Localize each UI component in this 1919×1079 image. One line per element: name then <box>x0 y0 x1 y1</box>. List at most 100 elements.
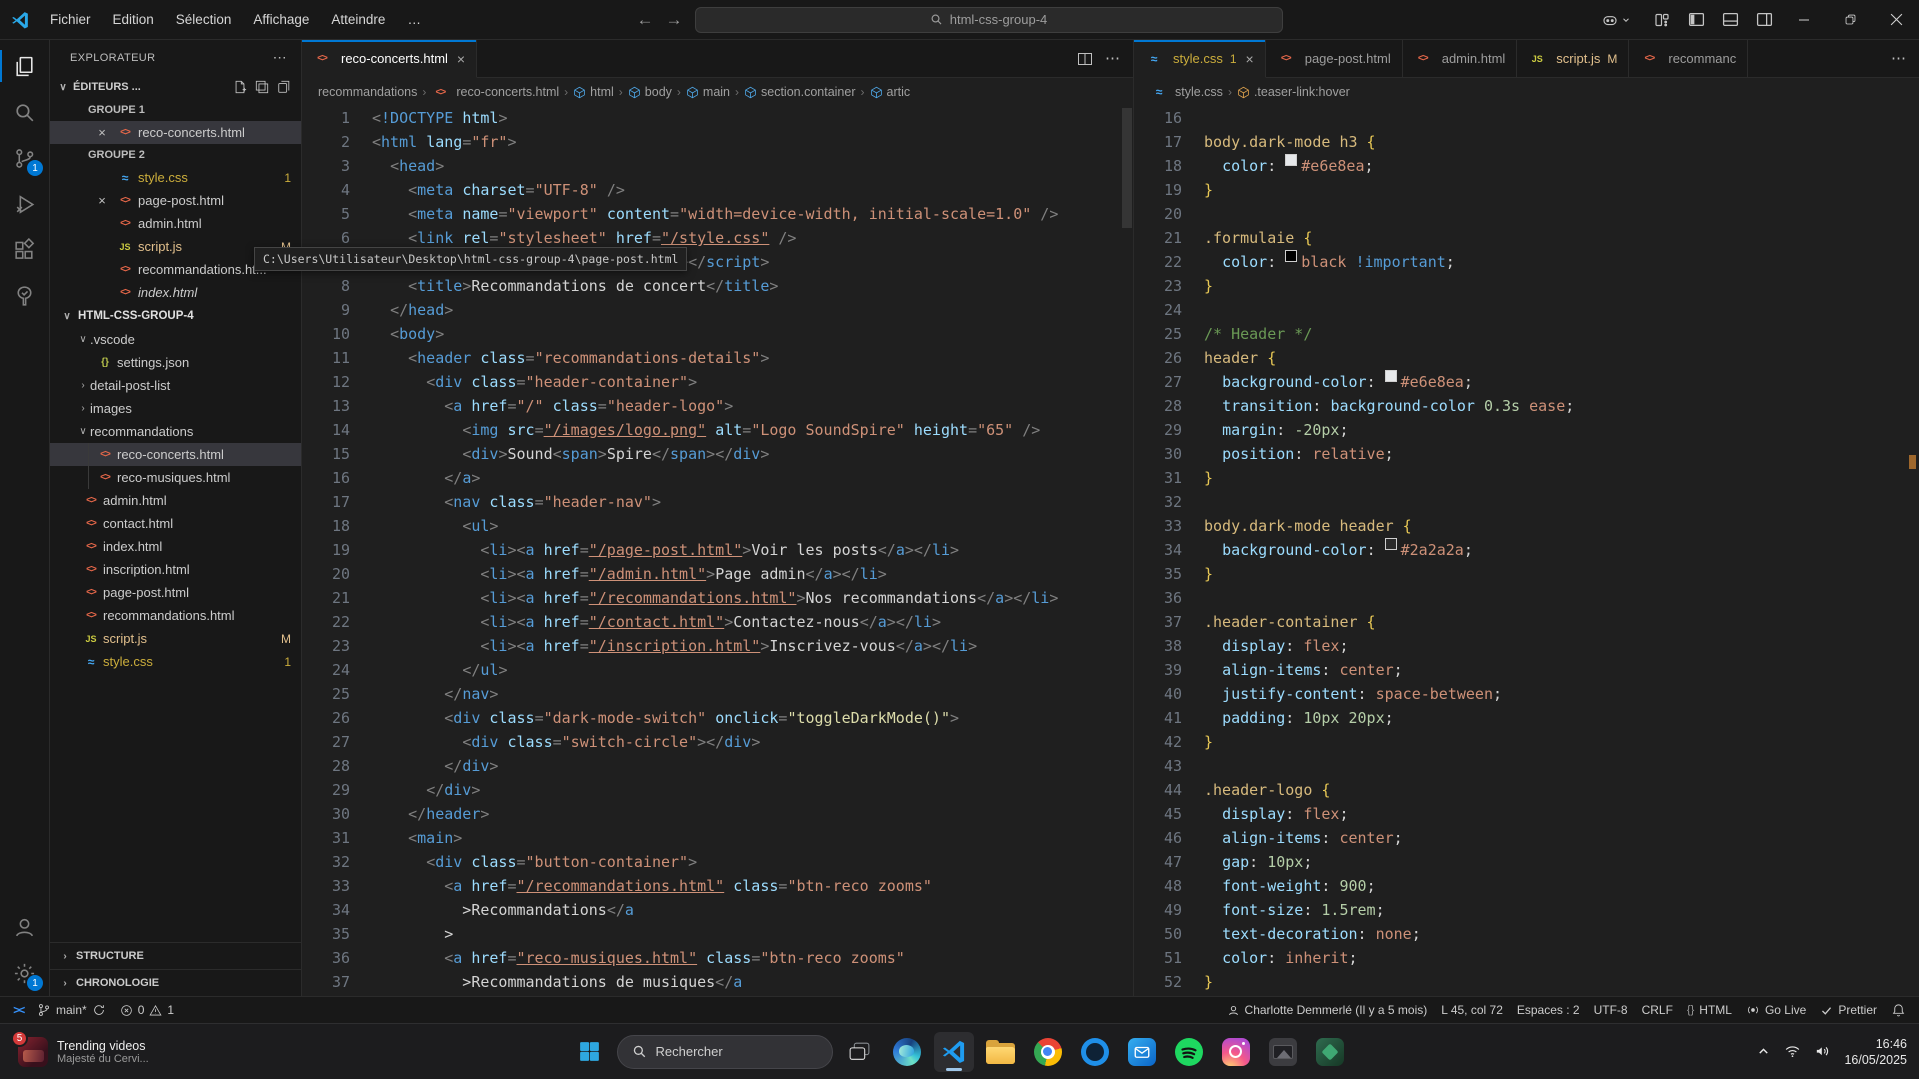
section-structure[interactable]: ›STRUCTURE <box>50 942 301 969</box>
tab-reco-concerts-html[interactable]: <>reco-concerts.html× <box>302 40 477 78</box>
taskbar-search[interactable]: Rechercher <box>617 1035 833 1069</box>
breadcrumb-item[interactable]: ≈style.css <box>1150 85 1223 99</box>
code-line[interactable]: 26header { <box>1134 346 1919 370</box>
go-live-button[interactable]: Go Live <box>1739 997 1813 1023</box>
code-line[interactable]: 33 <a href="/recommandations.html" class… <box>302 874 1133 898</box>
code-line[interactable]: 21.formulaie { <box>1134 226 1919 250</box>
code-line[interactable]: 31} <box>1134 466 1919 490</box>
open-editor-page-post-html[interactable]: ×<>page-post.html <box>50 189 301 212</box>
open-editor-style-css[interactable]: ≈style.css1 <box>50 166 301 189</box>
code-line[interactable]: 21 <li><a href="/recommandations.html">N… <box>302 586 1133 610</box>
code-line[interactable]: 19} <box>1134 178 1919 202</box>
code-line[interactable]: 12 <div class="header-container"> <box>302 370 1133 394</box>
code-line[interactable]: 16 <box>1134 106 1919 130</box>
code-line[interactable]: 31 <main> <box>302 826 1133 850</box>
tree-item-admin-html[interactable]: <>admin.html <box>50 489 301 512</box>
toggle-primary-sidebar-icon[interactable] <box>1679 6 1713 34</box>
section-chronologie[interactable]: ›CHRONOLOGIE <box>50 969 301 996</box>
code-line[interactable]: 16 </a> <box>302 466 1133 490</box>
code-line[interactable]: 29 </div> <box>302 778 1133 802</box>
close-button[interactable] <box>1873 0 1919 40</box>
notifications-bell[interactable] <box>1884 997 1913 1023</box>
navigate-forward-button[interactable]: → <box>666 11 683 28</box>
menu-atteindre[interactable]: Atteindre <box>321 7 395 32</box>
code-line[interactable]: 22 color: black !important; <box>1134 250 1919 274</box>
taskbar-screenshot-thumbnail[interactable] <box>1263 1032 1303 1072</box>
copilot-menu-button[interactable] <box>1601 11 1631 29</box>
code-line[interactable]: 46 align-items: center; <box>1134 826 1919 850</box>
code-line[interactable]: 24 <box>1134 298 1919 322</box>
tray-chevron-up-icon[interactable] <box>1756 1044 1771 1059</box>
code-line[interactable]: 45 display: flex; <box>1134 802 1919 826</box>
code-line[interactable]: 36 <a href="reco-musiques.html" class="b… <box>302 946 1133 970</box>
code-line[interactable]: 17 <nav class="header-nav"> <box>302 490 1133 514</box>
taskbar-vscode[interactable] <box>934 1032 974 1072</box>
code-line[interactable]: 48 font-weight: 900; <box>1134 874 1919 898</box>
code-line[interactable]: 23} <box>1134 274 1919 298</box>
code-line[interactable]: 9 </head> <box>302 298 1133 322</box>
menu-fichier[interactable]: Fichier <box>40 7 101 32</box>
tree-item-reco-musiques-html[interactable]: <>reco-musiques.html <box>50 466 301 489</box>
code-line[interactable]: 18 color: #e6e8ea; <box>1134 154 1919 178</box>
tree-item-script-js[interactable]: JSscript.jsM <box>50 627 301 650</box>
language-mode[interactable]: {}HTML <box>1680 997 1739 1023</box>
code-line[interactable]: 3 <head> <box>302 154 1133 178</box>
menu-[interactable]: … <box>397 7 431 32</box>
code-line[interactable]: 37 >Recommandations de musiques</a <box>302 970 1133 994</box>
code-line[interactable]: 35 > <box>302 922 1133 946</box>
tree-item-index-html[interactable]: <>index.html <box>50 535 301 558</box>
code-line[interactable]: 52} <box>1134 970 1919 994</box>
git-branch-status[interactable]: main* <box>30 997 113 1023</box>
remote-indicator[interactable]: >< <box>6 997 30 1023</box>
tree-root-folder[interactable]: ∨HTML-CSS-GROUP-4 <box>50 304 301 328</box>
code-line[interactable]: 20 <li><a href="/admin.html">Page admin<… <box>302 562 1133 586</box>
code-line[interactable]: 25 </nav> <box>302 682 1133 706</box>
code-line[interactable]: 28 transition: background-color 0.3s eas… <box>1134 394 1919 418</box>
toggle-panel-icon[interactable] <box>1713 6 1747 34</box>
code-line[interactable]: 50 text-decoration: none; <box>1134 922 1919 946</box>
breadcrumb-item[interactable]: section.container <box>744 85 856 99</box>
code-line[interactable]: 32 <box>1134 490 1919 514</box>
navigate-back-button[interactable]: ← <box>637 11 654 28</box>
code-line[interactable]: 37.header-container { <box>1134 610 1919 634</box>
tree-item-style-css[interactable]: ≈style.css1 <box>50 650 301 673</box>
close-icon[interactable]: × <box>94 125 110 140</box>
code-line[interactable]: 10 <body> <box>302 322 1133 346</box>
tree-item-page-post-html[interactable]: <>page-post.html <box>50 581 301 604</box>
customize-layout-icon[interactable] <box>1645 6 1679 34</box>
breadcrumb-item[interactable]: html <box>573 85 614 99</box>
cursor-position[interactable]: L 45, col 72 <box>1434 997 1510 1023</box>
editor-1-code-area[interactable]: 1<!DOCTYPE html>2<html lang="fr">3 <head… <box>302 106 1133 996</box>
code-line[interactable]: 39 align-items: center; <box>1134 658 1919 682</box>
code-line[interactable]: 34 background-color: #2a2a2a; <box>1134 538 1919 562</box>
code-line[interactable]: 4 <meta charset="UTF-8" /> <box>302 178 1133 202</box>
open-editor-index-html[interactable]: <>index.html <box>50 281 301 304</box>
tree-item-inscription-html[interactable]: <>inscription.html <box>50 558 301 581</box>
code-line[interactable]: 47 gap: 10px; <box>1134 850 1919 874</box>
close-icon[interactable]: × <box>457 51 465 67</box>
taskbar-photos-app[interactable] <box>1216 1032 1256 1072</box>
code-line[interactable]: 36 <box>1134 586 1919 610</box>
tree-item--vscode[interactable]: ∨.vscode <box>50 328 301 351</box>
minimize-button[interactable] <box>1781 0 1827 40</box>
activity-explorer[interactable] <box>0 43 49 89</box>
editor-layout-icon[interactable] <box>255 80 269 94</box>
tree-item-recommandations-html[interactable]: <>recommandations.html <box>50 604 301 627</box>
taskbar-windows-start[interactable] <box>570 1032 610 1072</box>
code-line[interactable]: 27 <div class="switch-circle"></div> <box>302 730 1133 754</box>
taskbar-mail-app[interactable] <box>1122 1032 1162 1072</box>
tab-page-post-html[interactable]: <>page-post.html <box>1266 40 1403 77</box>
taskbar-edge-browser[interactable] <box>887 1032 927 1072</box>
prettier-status[interactable]: Prettier <box>1813 997 1884 1023</box>
close-icon[interactable]: × <box>1246 51 1254 67</box>
editor-2-code-area[interactable]: 1617body.dark-mode h3 {18 color: #e6e8ea… <box>1134 106 1919 996</box>
menu-edition[interactable]: Edition <box>103 7 164 32</box>
tree-item-reco-concerts-html[interactable]: <>reco-concerts.html <box>50 443 301 466</box>
code-line[interactable]: 44.header-logo { <box>1134 778 1919 802</box>
widgets-button[interactable]: 5 Trending videos Majesté du Cervi... <box>10 1033 157 1071</box>
code-line[interactable]: 18 <ul> <box>302 514 1133 538</box>
breadcrumb-item[interactable]: recommandations <box>318 85 417 99</box>
activity-run-debug[interactable] <box>0 181 49 227</box>
tree-item-settings-json[interactable]: {}settings.json <box>50 351 301 374</box>
code-line[interactable]: 25/* Header */ <box>1134 322 1919 346</box>
